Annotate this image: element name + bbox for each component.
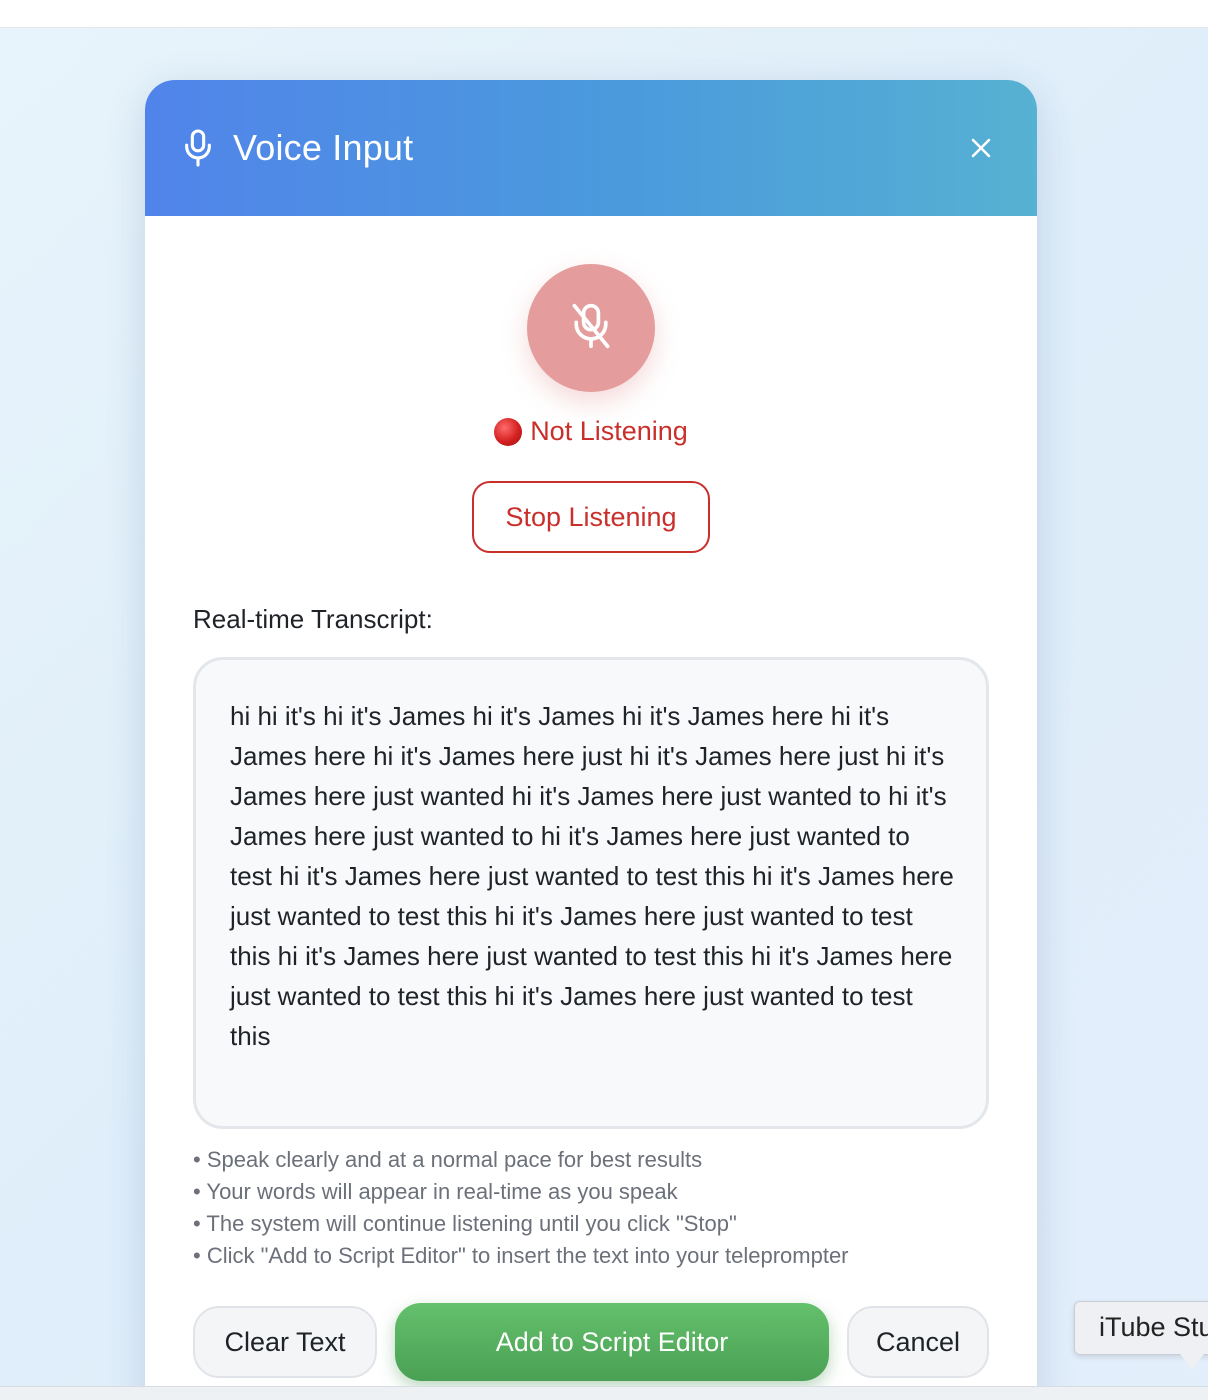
taskbar-dock: [0, 1386, 1208, 1400]
transcript-box[interactable]: hi hi it's hi it's James hi it's James h…: [193, 657, 989, 1129]
dock-tooltip: iTube Studio: [1074, 1301, 1208, 1355]
status-text: Not Listening: [530, 416, 688, 446]
tip-item: Your words will appear in real-time as y…: [193, 1176, 993, 1208]
tip-item: Speak clearly and at a normal pace for b…: [193, 1144, 993, 1176]
mic-toggle-button[interactable]: [527, 264, 655, 392]
voice-input-dialog: Voice Input Not Listening Stop Listening: [145, 80, 1037, 1400]
transcript-label: Real-time Transcript:: [193, 604, 433, 634]
red-circle-icon: [494, 417, 523, 446]
tips-list: Speak clearly and at a normal pace for b…: [193, 1144, 993, 1272]
cancel-button[interactable]: Cancel: [847, 1306, 989, 1378]
microphone-off-icon: [568, 302, 614, 355]
browser-top-strip: [0, 0, 1208, 28]
stop-listening-button[interactable]: Stop Listening: [472, 481, 710, 553]
listening-status: Not Listening: [145, 416, 1037, 447]
tip-item: Click "Add to Script Editor" to insert t…: [193, 1240, 993, 1272]
dialog-title: Voice Input: [233, 127, 414, 168]
microphone-icon: [181, 128, 215, 168]
dialog-header: Voice Input: [145, 80, 1037, 216]
clear-text-button[interactable]: Clear Text: [193, 1306, 377, 1378]
tooltip-arrow: [1180, 1354, 1204, 1370]
add-to-script-editor-button[interactable]: Add to Script Editor: [395, 1303, 829, 1381]
tip-item: The system will continue listening until…: [193, 1208, 993, 1240]
close-icon[interactable]: [961, 128, 1001, 168]
